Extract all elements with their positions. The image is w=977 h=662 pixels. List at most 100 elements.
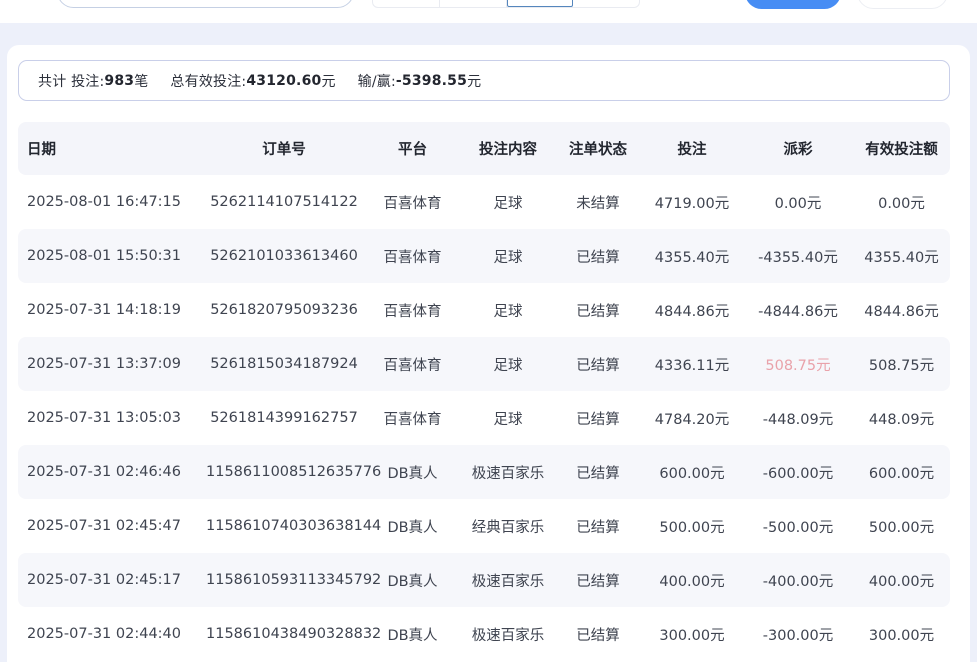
segment-option-1[interactable] — [373, 0, 440, 7]
cell-payout: 0.00元 — [741, 192, 855, 213]
cell-platform: DB真人 — [362, 462, 463, 483]
cell-date: 2025-08-01 15:50:31 — [18, 248, 206, 264]
summary-winloss-amount: -5398.55 — [396, 73, 467, 89]
cell-status: 已结算 — [553, 408, 643, 429]
cell-order: 5262114107514122 — [206, 194, 362, 210]
cell-payout: 508.75元 — [741, 354, 855, 375]
cell-valid: 0.00元 — [855, 192, 948, 213]
cell-order: 5261820795093236 — [206, 302, 362, 318]
header-valid: 有效投注额 — [855, 138, 948, 159]
search-button[interactable] — [745, 0, 841, 9]
summary-valid-amount: 43120.60 — [246, 73, 321, 89]
cell-content: 极速百家乐 — [463, 462, 553, 483]
cell-date: 2025-07-31 02:45:47 — [18, 518, 206, 534]
table-row: 2025-08-01 15:50:31 5262101033613460 百喜体… — [18, 229, 950, 283]
cell-platform: 百喜体育 — [362, 246, 463, 267]
cell-date: 2025-07-31 02:46:46 — [18, 464, 206, 480]
table-row: 2025-07-31 02:45:47 1158610740303638144 … — [18, 499, 950, 553]
cell-platform: DB真人 — [362, 570, 463, 591]
cell-bet: 300.00元 — [643, 624, 741, 645]
search-input[interactable] — [57, 0, 354, 8]
summary-winloss-label: 输/赢: — [358, 71, 396, 91]
table-body: 2025-08-01 16:47:15 5262114107514122 百喜体… — [18, 175, 950, 661]
cell-date: 2025-07-31 14:18:19 — [18, 302, 206, 318]
table-row: 2025-07-31 02:44:40 1158610438490328832 … — [18, 607, 950, 661]
cell-platform: 百喜体育 — [362, 192, 463, 213]
cell-date: 2025-07-31 02:44:40 — [18, 626, 206, 642]
cell-order: 5261814399162757 — [206, 410, 362, 426]
table-row: 2025-07-31 14:18:19 5261820795093236 百喜体… — [18, 283, 950, 337]
cell-content: 足球 — [463, 354, 553, 375]
cell-status: 已结算 — [553, 300, 643, 321]
cell-valid: 300.00元 — [855, 624, 948, 645]
cell-platform: 百喜体育 — [362, 300, 463, 321]
date-range-segmented-control — [372, 0, 640, 8]
cell-valid: 600.00元 — [855, 462, 948, 483]
cell-bet: 400.00元 — [643, 570, 741, 591]
header-content: 投注内容 — [463, 138, 553, 159]
cell-valid: 4355.40元 — [855, 246, 948, 267]
summary-valid-unit: 元 — [321, 71, 335, 91]
header-order: 订单号 — [206, 138, 362, 159]
cell-bet: 4719.00元 — [643, 192, 741, 213]
cell-valid: 500.00元 — [855, 516, 948, 537]
cell-bet: 4355.40元 — [643, 246, 741, 267]
cell-bet: 600.00元 — [643, 462, 741, 483]
cell-payout: -448.09元 — [741, 408, 855, 429]
cell-bet: 4784.20元 — [643, 408, 741, 429]
cell-platform: DB真人 — [362, 624, 463, 645]
segment-option-3-selected[interactable] — [507, 0, 574, 7]
cell-order: 1158610593113345792 — [206, 572, 362, 588]
summary-winloss-unit: 元 — [467, 71, 481, 91]
cell-status: 已结算 — [553, 246, 643, 267]
cell-payout: -500.00元 — [741, 516, 855, 537]
table-row: 2025-07-31 02:45:17 1158610593113345792 … — [18, 553, 950, 607]
cell-payout: -4844.86元 — [741, 300, 855, 321]
cell-content: 经典百家乐 — [463, 516, 553, 537]
cell-content: 足球 — [463, 300, 553, 321]
table-header-row: 日期 订单号 平台 投注内容 注单状态 投注 派彩 有效投注额 — [18, 122, 950, 175]
cell-content: 足球 — [463, 246, 553, 267]
cell-order: 5261815034187924 — [206, 356, 362, 372]
cell-content: 极速百家乐 — [463, 570, 553, 591]
cell-order: 1158610740303638144 — [206, 518, 362, 534]
header-date: 日期 — [18, 138, 206, 159]
segment-option-2[interactable] — [440, 0, 507, 7]
summary-bet-label: 投注: — [71, 71, 104, 91]
cell-platform: 百喜体育 — [362, 408, 463, 429]
table-row: 2025-07-31 13:05:03 5261814399162757 百喜体… — [18, 391, 950, 445]
records-card: 共计 投注:983笔总有效投注:43120.60元输/赢:-5398.55元 日… — [7, 45, 970, 662]
bet-records-table: 日期 订单号 平台 投注内容 注单状态 投注 派彩 有效投注额 2025-08-… — [18, 122, 950, 661]
cell-valid: 400.00元 — [855, 570, 948, 591]
cell-platform: 百喜体育 — [362, 354, 463, 375]
cell-bet: 500.00元 — [643, 516, 741, 537]
summary-bet-unit: 笔 — [134, 71, 148, 91]
segment-option-4[interactable] — [573, 0, 639, 7]
cell-order: 1158610438490328832 — [206, 626, 362, 642]
header-platform: 平台 — [362, 138, 463, 159]
cell-date: 2025-07-31 13:05:03 — [18, 410, 206, 426]
cell-content: 极速百家乐 — [463, 624, 553, 645]
cell-payout: -400.00元 — [741, 570, 855, 591]
table-row: 2025-08-01 16:47:15 5262114107514122 百喜体… — [18, 175, 950, 229]
cell-payout: -300.00元 — [741, 624, 855, 645]
reset-button[interactable] — [857, 0, 948, 9]
cell-status: 未结算 — [553, 192, 643, 213]
table-row: 2025-07-31 13:37:09 5261815034187924 百喜体… — [18, 337, 950, 391]
cell-date: 2025-08-01 16:47:15 — [18, 194, 206, 210]
cell-payout: -4355.40元 — [741, 246, 855, 267]
cell-status: 已结算 — [553, 570, 643, 591]
table-row: 2025-07-31 02:46:46 1158611008512635776 … — [18, 445, 950, 499]
cell-order: 5262101033613460 — [206, 248, 362, 264]
cell-payout: -600.00元 — [741, 462, 855, 483]
summary-total-label: 共计 — [38, 71, 66, 91]
cell-content: 足球 — [463, 192, 553, 213]
header-payout: 派彩 — [741, 138, 855, 159]
cell-bet: 4844.86元 — [643, 300, 741, 321]
cell-status: 已结算 — [553, 516, 643, 537]
cell-status: 已结算 — [553, 624, 643, 645]
cell-valid: 4844.86元 — [855, 300, 948, 321]
header-status: 注单状态 — [553, 138, 643, 159]
summary-bar: 共计 投注:983笔总有效投注:43120.60元输/赢:-5398.55元 — [18, 60, 950, 101]
cell-valid: 448.09元 — [855, 408, 948, 429]
